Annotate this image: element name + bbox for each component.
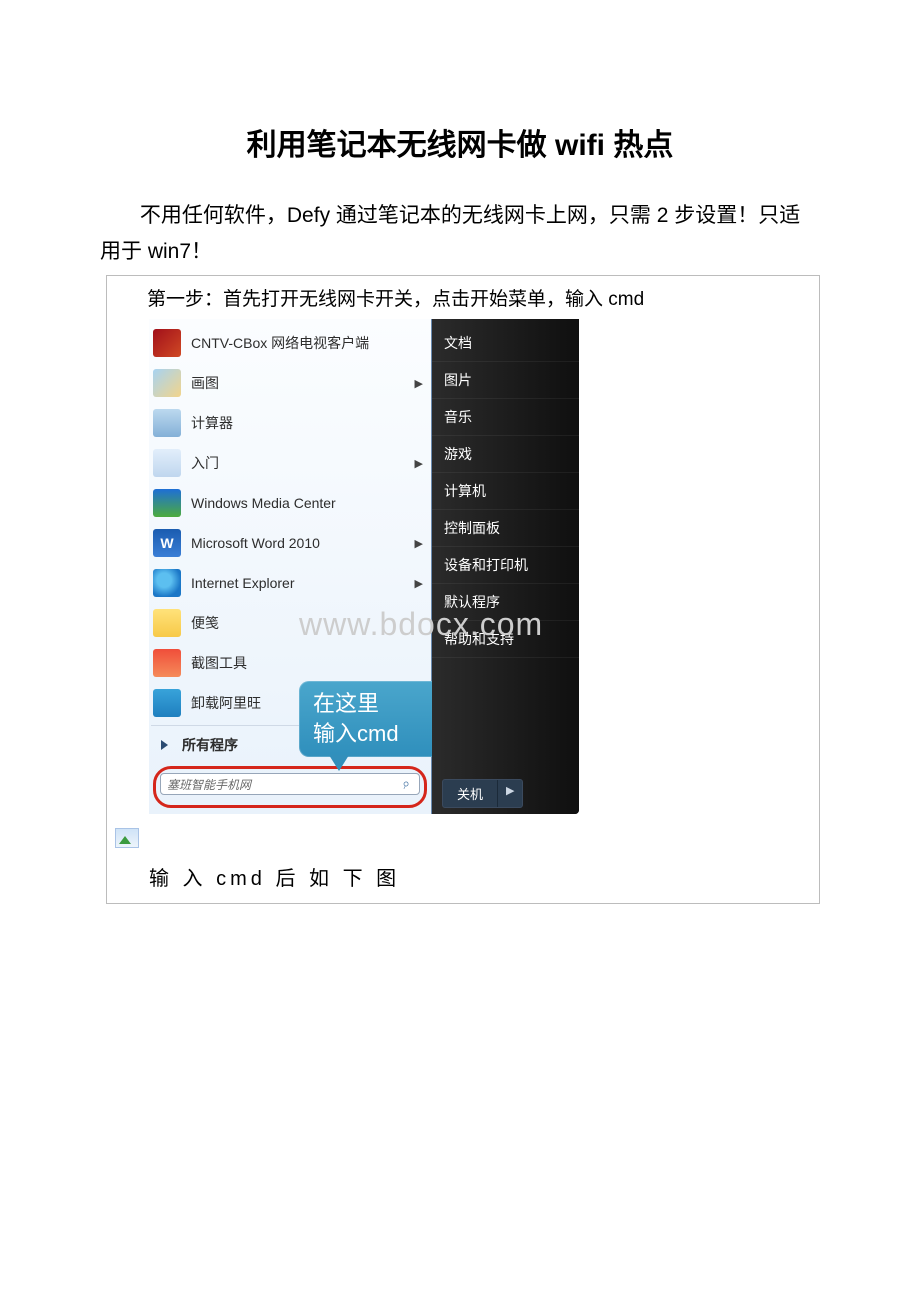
start-menu: CNTV-CBox 网络电视客户端 画图 ▶ 计算器 入门 ▶ — [149, 319, 579, 814]
word-icon: W — [153, 529, 181, 557]
calculator-icon — [153, 409, 181, 437]
program-label: Microsoft Word 2010 — [191, 535, 320, 551]
search-input[interactable] — [160, 773, 420, 795]
program-label: Internet Explorer — [191, 575, 295, 591]
program-item-paint[interactable]: 画图 ▶ — [151, 363, 429, 403]
right-item-controlpanel[interactable]: 控制面板 — [432, 510, 579, 547]
program-label: Windows Media Center — [191, 495, 336, 511]
after-cmd-text: 输 入 cmd 后 如 下 图 — [149, 862, 809, 891]
intro-paragraph: 不用任何软件，Defy 通过笔记本的无线网卡上网，只需 2 步设置！只适用于 w… — [100, 198, 820, 269]
search-box-highlight: ⌕ — [153, 766, 427, 808]
step1-text: 第一步：首先打开无线网卡开关，点击开始菜单，输入 cmd — [147, 284, 809, 311]
shutdown-label: 关机 — [443, 780, 498, 807]
all-programs-label: 所有程序 — [182, 735, 238, 755]
shutdown-button[interactable]: 关机 ▶ — [442, 779, 523, 808]
right-item-music[interactable]: 音乐 — [432, 399, 579, 436]
page-title: 利用笔记本无线网卡做 wifi 热点 — [100, 120, 820, 164]
snipping-tool-icon — [153, 649, 181, 677]
ie-icon — [153, 569, 181, 597]
start-menu-left-panel: CNTV-CBox 网络电视客户端 画图 ▶ 计算器 入门 ▶ — [149, 319, 432, 814]
program-item-calculator[interactable]: 计算器 — [151, 403, 429, 443]
program-label: 截图工具 — [191, 653, 247, 673]
program-label: 画图 — [191, 373, 219, 393]
shutdown-arrow-icon[interactable]: ▶ — [498, 780, 522, 807]
start-menu-right-panel: 文档 图片 音乐 游戏 计算机 控制面板 设备和打印机 默认程序 帮助和支持 关… — [432, 319, 579, 814]
program-item-ie[interactable]: Internet Explorer ▶ — [151, 563, 429, 603]
submenu-arrow-icon: ▶ — [415, 377, 423, 390]
submenu-arrow-icon: ▶ — [415, 577, 423, 590]
image-placeholder-icon — [115, 828, 139, 848]
right-item-help[interactable]: 帮助和支持 — [432, 621, 579, 658]
program-label: 入门 — [191, 453, 219, 473]
right-item-defaultprograms[interactable]: 默认程序 — [432, 584, 579, 621]
getting-started-icon — [153, 449, 181, 477]
program-item-word[interactable]: W Microsoft Word 2010 ▶ — [151, 523, 429, 563]
right-item-devices[interactable]: 设备和打印机 — [432, 547, 579, 584]
document-page: 利用笔记本无线网卡做 wifi 热点 不用任何软件，Defy 通过笔记本的无线网… — [0, 0, 920, 904]
step-block: 第一步：首先打开无线网卡开关，点击开始菜单，输入 cmd CNTV-CBox 网… — [106, 275, 820, 904]
program-label: CNTV-CBox 网络电视客户端 — [191, 333, 369, 353]
program-item-stickynotes[interactable]: 便笺 — [151, 603, 429, 643]
right-item-computer[interactable]: 计算机 — [432, 473, 579, 510]
submenu-arrow-icon: ▶ — [415, 537, 423, 550]
program-item-snip[interactable]: 截图工具 — [151, 643, 429, 683]
program-item-wmc[interactable]: Windows Media Center — [151, 483, 429, 523]
media-center-icon — [153, 489, 181, 517]
right-item-pictures[interactable]: 图片 — [432, 362, 579, 399]
program-label: 计算器 — [191, 413, 233, 433]
right-item-documents[interactable]: 文档 — [432, 325, 579, 362]
program-label: 便笺 — [191, 613, 219, 633]
program-label: 卸载阿里旺 — [191, 693, 261, 713]
paint-icon — [153, 369, 181, 397]
app-icon — [153, 329, 181, 357]
sticky-notes-icon — [153, 609, 181, 637]
submenu-arrow-icon: ▶ — [415, 457, 423, 470]
program-item-gettingstarted[interactable]: 入门 ▶ — [151, 443, 429, 483]
right-item-games[interactable]: 游戏 — [432, 436, 579, 473]
wangwang-icon — [153, 689, 181, 717]
program-item-cntv[interactable]: CNTV-CBox 网络电视客户端 — [151, 323, 429, 363]
triangle-icon — [161, 740, 168, 750]
